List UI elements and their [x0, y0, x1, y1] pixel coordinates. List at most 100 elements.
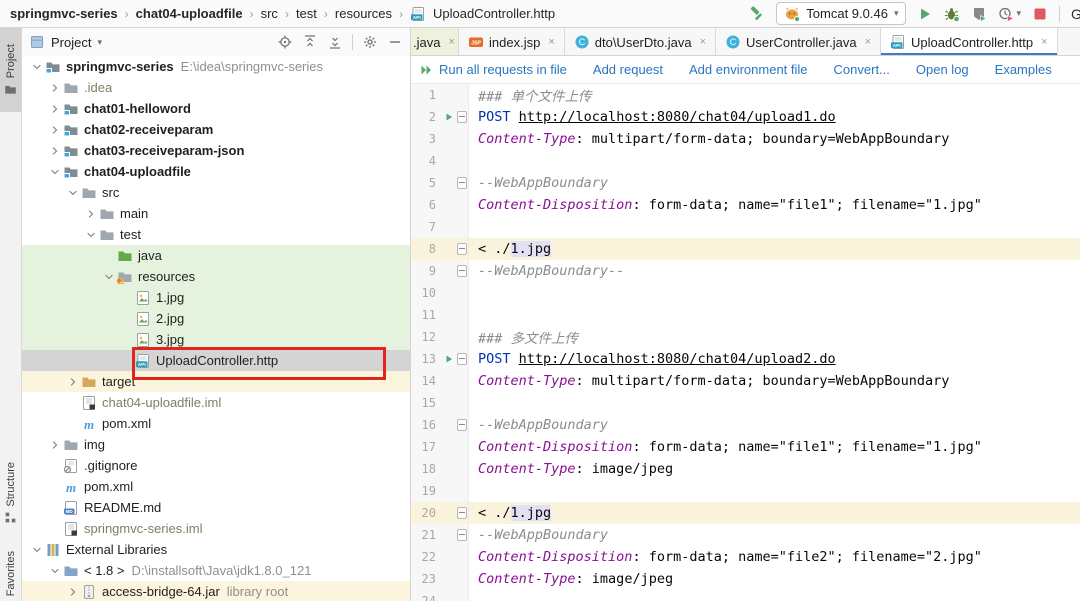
tool-button-favorites[interactable]: Favorites [0, 546, 21, 601]
code-line[interactable]: 14Content-Type: multipart/form-data; bou… [411, 370, 1080, 392]
tree-row[interactable]: mpom.xml [22, 476, 410, 497]
tree-row[interactable]: main [22, 203, 410, 224]
chevron-right-icon[interactable] [82, 208, 99, 220]
tree-row[interactable]: chat01-helloword [22, 98, 410, 119]
editor-tab[interactable]: JSPindex.jsp× [459, 28, 565, 56]
chevron-right-icon[interactable] [46, 103, 63, 115]
code-line[interactable]: 18Content-Type: image/jpeg [411, 458, 1080, 480]
chevron-right-icon[interactable] [64, 586, 81, 598]
tree-row[interactable]: resources [22, 266, 410, 287]
code-line[interactable]: 2POST http://localhost:8080/chat04/uploa… [411, 106, 1080, 128]
tree-row[interactable]: .idea [22, 77, 410, 98]
tree-row[interactable]: MDREADME.md [22, 497, 410, 518]
code-line[interactable]: 10 [411, 282, 1080, 304]
editor-tab[interactable]: APIUploadController.http× [881, 28, 1058, 56]
code-editor[interactable]: 1### 单个文件上传2POST http://localhost:8080/c… [411, 84, 1080, 601]
code-line[interactable]: 1### 单个文件上传 [411, 84, 1080, 106]
editor-tab[interactable]: CUserController.java× [716, 28, 881, 56]
run-with-coverage-icon[interactable] [971, 6, 987, 22]
breadcrumb-item[interactable]: resources [335, 6, 392, 21]
breadcrumb-item[interactable]: chat04-uploadfile [136, 6, 243, 21]
tree-row[interactable]: .gitignore [22, 455, 410, 476]
tree-row[interactable]: APIUploadController.http [22, 350, 410, 371]
editor-tab[interactable]: .java× [411, 28, 459, 56]
run-request-icon[interactable] [441, 348, 456, 370]
run-config-selector[interactable]: Tomcat 9.0.46 ▾ [776, 2, 906, 25]
chevron-right-icon[interactable] [46, 124, 63, 136]
code-line[interactable]: 7 [411, 216, 1080, 238]
run-icon[interactable] [917, 6, 933, 22]
tree-row[interactable]: src [22, 182, 410, 203]
tool-button-structure[interactable]: Structure [0, 451, 21, 535]
fold-marker[interactable] [456, 238, 469, 260]
locate-icon[interactable] [277, 34, 293, 50]
fold-marker[interactable] [456, 106, 469, 128]
stop-icon[interactable] [1032, 6, 1048, 22]
expand-all-icon[interactable] [302, 34, 318, 50]
tree-row[interactable]: springmvc-series.iml [22, 518, 410, 539]
tree-row[interactable]: chat04-uploadfile [22, 161, 410, 182]
tool-button-project[interactable]: Project [0, 28, 21, 112]
code-line[interactable]: 23Content-Type: image/jpeg [411, 568, 1080, 590]
code-line[interactable]: 9--WebAppBoundary-- [411, 260, 1080, 282]
collapse-all-icon[interactable] [327, 34, 343, 50]
breadcrumb-item[interactable]: test [296, 6, 317, 21]
tree-row[interactable]: java [22, 245, 410, 266]
chevron-down-icon[interactable] [64, 187, 81, 199]
chevron-down-icon[interactable] [82, 229, 99, 241]
chevron-right-icon[interactable] [46, 82, 63, 94]
tab-close-icon[interactable]: × [700, 36, 706, 48]
tree-row[interactable]: External Libraries [22, 539, 410, 560]
fold-marker[interactable] [456, 502, 469, 524]
code-line[interactable]: 3Content-Type: multipart/form-data; boun… [411, 128, 1080, 150]
build-hammer-icon[interactable] [749, 6, 765, 22]
chevron-right-icon[interactable] [64, 376, 81, 388]
breadcrumb-item[interactable]: UploadController.http [433, 6, 555, 21]
run-request-icon[interactable] [441, 106, 456, 128]
fold-marker[interactable] [456, 172, 469, 194]
tree-row[interactable]: chat04-uploadfile.iml [22, 392, 410, 413]
tree-row[interactable]: springmvc-seriesE:\idea\springmvc-series [22, 56, 410, 77]
tab-close-icon[interactable]: × [1041, 36, 1047, 48]
fold-marker[interactable] [456, 524, 469, 546]
chevron-down-icon[interactable] [46, 565, 63, 577]
tree-row[interactable]: img [22, 434, 410, 455]
code-line[interactable]: 21--WebAppBoundary [411, 524, 1080, 546]
tree-row[interactable]: access-bridge-64.jarlibrary root [22, 581, 410, 601]
settings-gear-icon[interactable] [362, 34, 378, 50]
tab-close-icon[interactable]: × [448, 36, 454, 48]
breadcrumb-item[interactable]: springmvc-series [10, 6, 118, 21]
chevron-down-icon[interactable] [28, 544, 45, 556]
fold-marker[interactable] [456, 414, 469, 436]
fold-marker[interactable] [456, 348, 469, 370]
tree-row[interactable]: chat03-receiveparam-json [22, 140, 410, 161]
toolbar-link-add-environment-file[interactable]: Add environment file [689, 62, 808, 77]
chevron-down-icon[interactable] [46, 166, 63, 178]
code-line[interactable]: 24 [411, 590, 1080, 601]
code-line[interactable]: 5--WebAppBoundary [411, 172, 1080, 194]
toolbar-link-convert[interactable]: Convert... [834, 62, 890, 77]
tree-row[interactable]: target [22, 371, 410, 392]
toolbar-link-add-request[interactable]: Add request [593, 62, 663, 77]
code-line[interactable]: 11 [411, 304, 1080, 326]
tree-row[interactable]: chat02-receiveparam [22, 119, 410, 140]
tab-close-icon[interactable]: × [548, 36, 554, 48]
code-line[interactable]: 12### 多文件上传 [411, 326, 1080, 348]
tree-row[interactable]: test [22, 224, 410, 245]
tree-row[interactable]: mpom.xml [22, 413, 410, 434]
chevron-down-icon[interactable] [28, 61, 45, 73]
code-line[interactable]: 8< ./1.jpg [411, 238, 1080, 260]
tree-row[interactable]: 3.jpg [22, 329, 410, 350]
code-line[interactable]: 13POST http://localhost:8080/chat04/uplo… [411, 348, 1080, 370]
breadcrumb-item[interactable]: src [261, 6, 278, 21]
code-line[interactable]: 22Content-Disposition: form-data; name="… [411, 546, 1080, 568]
tab-close-icon[interactable]: × [865, 36, 871, 48]
toolbar-link-examples[interactable]: Examples [995, 62, 1052, 77]
code-line[interactable]: 17Content-Disposition: form-data; name="… [411, 436, 1080, 458]
chevron-down-icon[interactable] [100, 271, 117, 283]
tree-row[interactable]: 1.jpg [22, 287, 410, 308]
code-line[interactable]: 15 [411, 392, 1080, 414]
fold-marker[interactable] [456, 260, 469, 282]
toolbar-link-open-log[interactable]: Open log [916, 62, 969, 77]
code-line[interactable]: 4 [411, 150, 1080, 172]
